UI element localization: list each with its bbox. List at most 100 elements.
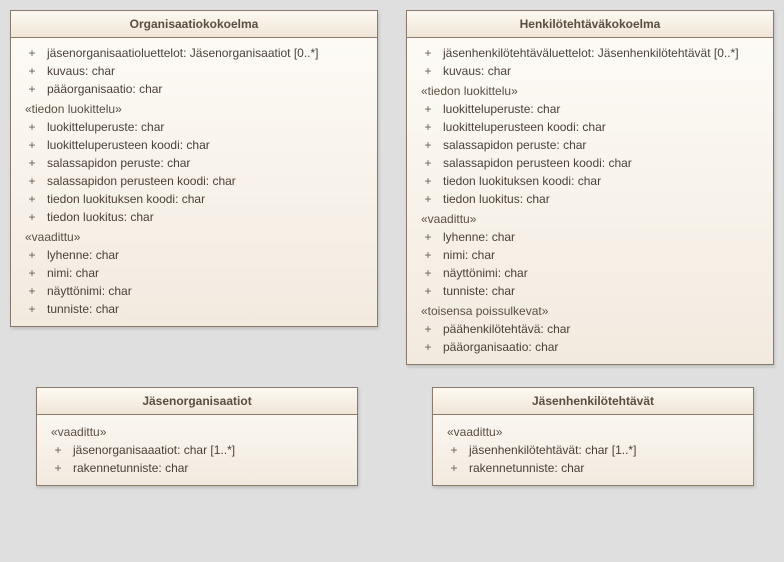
attribute-row: + salassapidon peruste: char [19,154,369,172]
visibility-plus-icon: + [27,45,37,61]
visibility-plus-icon: + [27,301,37,317]
class-title: Henkilötehtäväkokoelma [407,11,773,38]
visibility-plus-icon: + [27,119,37,135]
visibility-plus-icon: + [423,137,433,153]
class-body: «vaadittu» + jäsenhenkilötehtävät: char [1… [433,415,753,485]
attribute-row: + nimi: char [415,246,765,264]
visibility-plus-icon: + [53,460,63,476]
attribute-row: + tiedon luokituksen koodi: char [19,190,369,208]
class-body: + jäsenhenkilötehtäväluettelot: Jäsenhenk… [407,38,773,364]
stereotype-label: «toisensa poissulkevat» [421,304,765,318]
attribute-row: +näyttönimi: char [19,282,369,300]
uml-class-henkilotehtavakokoelma: Henkilötehtäväkokoelma + jäsenhenkilötehtä… [406,10,774,365]
visibility-plus-icon: + [27,81,37,97]
visibility-plus-icon: + [423,63,433,79]
attribute-text: tiedon luokitus: char [443,191,765,207]
visibility-plus-icon: + [53,442,63,458]
visibility-plus-icon: + [27,173,37,189]
class-title: Jäsenorganisaatiot [37,388,357,415]
attribute-text: salassapidon perusteen koodi: char [443,155,765,171]
attribute-row: + pääorganisaatio: char [19,80,369,98]
stereotype-label: «vaadittu» [421,212,765,226]
attribute-row: + luokitteluperuste: char [415,100,765,118]
stereotype-label: «vaadittu» [447,425,745,439]
attribute-text: lyhenne: char [47,247,369,263]
attribute-list: + jäsenhenkilötehtäväluettelot: Jäsenhenk… [415,44,765,80]
visibility-plus-icon: + [423,45,433,61]
visibility-plus-icon: + [27,247,37,263]
attribute-row: +pääorganisaatio: char [415,338,765,356]
visibility-plus-icon: + [423,265,433,281]
attribute-row: + lyhenne: char [19,246,369,264]
attribute-row: +salassapidon peruste: char [415,136,765,154]
attribute-row: + tiedon luokitus: char [19,208,369,226]
visibility-plus-icon: + [423,155,433,171]
visibility-plus-icon: + [423,173,433,189]
visibility-plus-icon: + [423,247,433,263]
visibility-plus-icon: + [423,321,433,337]
attribute-row: + jäsenhenkilötehtävät: char [1..*] [441,441,745,459]
attribute-row: + luokitteluperuste: char [19,118,369,136]
attribute-text: jäsenorganisaatioluettelot: Jäsenorganis… [47,45,369,61]
uml-class-jasenhenkilotehtavat: Jäsenhenkilötehtävät«vaadittu»+jäsenhenk… [432,387,754,486]
stereotype-label: «vaadittu» [25,230,369,244]
attribute-list: + jäsenhenkilötehtävät: char [1..*] + raken… [441,441,745,477]
attribute-row: + jäsenhenkilötehtäväluettelot: Jäsenhenk… [415,44,765,62]
visibility-plus-icon: + [27,265,37,281]
class-body: + jäsenorganisaatioluettelot: Jäsenorgani… [11,38,377,326]
attribute-list: + päähenkilötehtävä: char+pääorganisaatio… [415,320,765,356]
attribute-text: rakennetunniste: char [73,460,349,476]
visibility-plus-icon: + [423,283,433,299]
attribute-row: + tunniste: char [415,282,765,300]
attribute-text: päähenkilötehtävä: char [443,321,765,337]
attribute-text: tunniste: char [47,301,369,317]
attribute-text: lyhenne: char [443,229,765,245]
visibility-plus-icon: + [449,442,459,458]
visibility-plus-icon: + [423,101,433,117]
attribute-text: nimi: char [443,247,765,263]
attribute-row: + luokitteluperusteen koodi: char [415,118,765,136]
attribute-list: + jäsenorganisaaatiot: char [1..*] + rakenn… [45,441,349,477]
attribute-text: jäsenhenkilötehtäväluettelot: Jäsenhenki… [443,45,765,61]
visibility-plus-icon: + [449,460,459,476]
attribute-list: +luokitteluperuste: char+luokitteluperus… [19,118,369,226]
attribute-text: näyttönimi: char [443,265,765,281]
attribute-text: kuvaus: char [47,63,369,79]
attribute-text: luokitteluperuste: char [47,119,369,135]
visibility-plus-icon: + [27,191,37,207]
uml-class-jasenorganisaatiot: Jäsenorganisaatiot «vaadittu» + jäsenorgani… [36,387,358,486]
attribute-row: + rakennetunniste: char [441,459,745,477]
visibility-plus-icon: + [423,229,433,245]
attribute-text: jäsenhenkilötehtävät: char [1..*] [469,442,745,458]
visibility-plus-icon: + [423,339,433,355]
visibility-plus-icon: + [27,209,37,225]
attribute-text: pääorganisaatio: char [47,81,369,97]
class-title: Organisaatiokokoelma [11,11,377,38]
attribute-text: tiedon luokitus: char [47,209,369,225]
class-body: «vaadittu» + jäsenorganisaaatiot: char [1.… [37,415,357,485]
visibility-plus-icon: + [27,155,37,171]
visibility-plus-icon: + [27,63,37,79]
attribute-text: jäsenorganisaaatiot: char [1..*] [73,442,349,458]
visibility-plus-icon: + [423,191,433,207]
attribute-text: nimi: char [47,265,369,281]
attribute-row: + nimi: char [19,264,369,282]
attribute-row: + jäsenorganisaatioluettelot: Jäsenorgani… [19,44,369,62]
attribute-text: luokitteluperuste: char [443,101,765,117]
attribute-text: tunniste: char [443,283,765,299]
attribute-list: + jäsenorganisaatioluettelot: Jäsenorgani… [19,44,369,98]
attribute-list: + luokitteluperuste: char + luokitteluperus… [415,100,765,208]
attribute-row: +tiedon luokituksen koodi: char [415,172,765,190]
stereotype-label: «tiedon luokittelu» [421,84,765,98]
visibility-plus-icon: + [423,119,433,135]
attribute-text: kuvaus: char [443,63,765,79]
attribute-text: salassapidon perusteen koodi: char [47,173,369,189]
attribute-row: + näyttönimi: char [415,264,765,282]
stereotype-label: «vaadittu» [51,425,349,439]
attribute-row: + rakennetunniste: char [45,459,349,477]
attribute-text: luokitteluperusteen koodi: char [443,119,765,135]
attribute-text: rakennetunniste: char [469,460,745,476]
attribute-text: tiedon luokituksen koodi: char [47,191,369,207]
attribute-text: näyttönimi: char [47,283,369,299]
attribute-text: salassapidon peruste: char [47,155,369,171]
